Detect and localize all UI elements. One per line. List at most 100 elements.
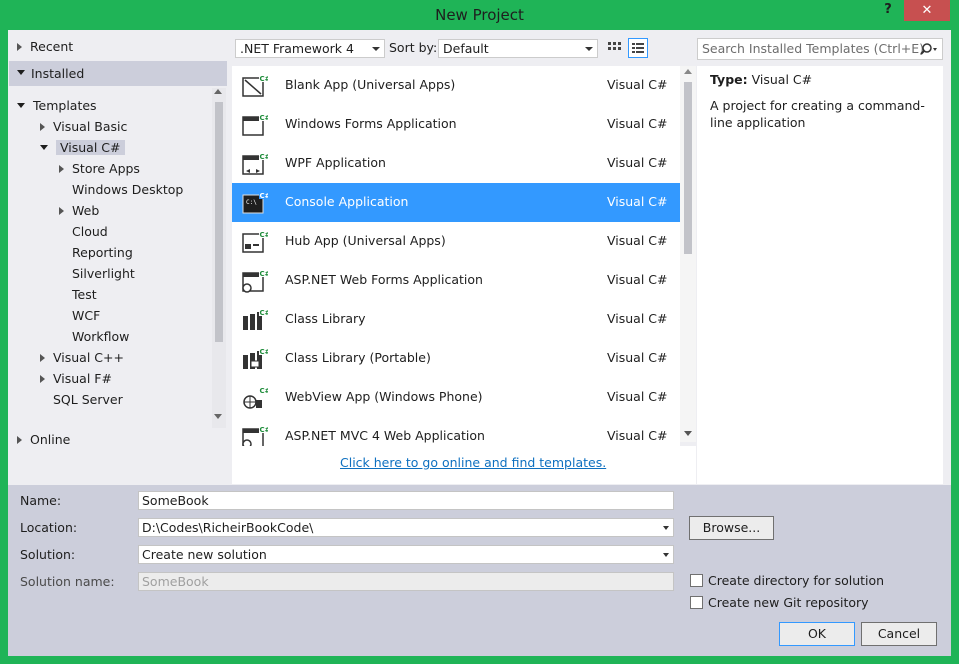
template-name: ASP.NET Web Forms Application: [285, 272, 483, 287]
tree-item-wcf[interactable]: WCF: [72, 305, 100, 326]
tree-label: Visual C#: [56, 140, 125, 155]
tree-item-online[interactable]: Online: [17, 429, 70, 450]
scroll-up-icon[interactable]: [684, 69, 692, 74]
tree-item-visual-basic[interactable]: Visual Basic: [40, 116, 127, 137]
search-icon[interactable]: [920, 42, 938, 56]
svg-text:C#: C#: [260, 426, 269, 434]
framework-value: .NET Framework 4: [240, 41, 354, 56]
scroll-down-icon[interactable]: [684, 431, 692, 436]
mvc-icon: C#: [242, 425, 268, 446]
template-list-scroll-thumb[interactable]: [684, 82, 692, 254]
small-icons-view-button[interactable]: [604, 38, 624, 58]
tree-item-store-apps[interactable]: Store Apps: [59, 158, 140, 179]
tree-item-reporting[interactable]: Reporting: [72, 242, 133, 263]
tree-item-cloud[interactable]: Cloud: [72, 221, 108, 242]
tree-item-web[interactable]: Web: [59, 200, 99, 221]
template-name: WebView App (Windows Phone): [285, 389, 483, 404]
template-language: Visual C#: [607, 311, 668, 326]
solution-name-field[interactable]: SomeBook: [138, 572, 674, 591]
go-online-link[interactable]: Click here to go online and find templat…: [340, 455, 606, 470]
list-view-button[interactable]: [628, 38, 648, 58]
template-row[interactable]: C# WebView App (Windows Phone) Visual C#: [232, 378, 680, 417]
template-name: Class Library (Portable): [285, 350, 431, 365]
tree-item-visual-cpp[interactable]: Visual C++: [40, 347, 124, 368]
template-row[interactable]: C# ASP.NET Web Forms Application Visual C#: [232, 261, 680, 300]
cancel-button[interactable]: Cancel: [861, 622, 937, 646]
tree-label: Recent: [30, 39, 74, 54]
svg-text:C:\: C:\: [246, 199, 257, 206]
webview-icon: C#: [243, 386, 268, 409]
search-templates-input[interactable]: Search Installed Templates (Ctrl+E): [697, 38, 943, 60]
expand-arrow-icon: [40, 374, 45, 383]
list-view-icon: [632, 43, 644, 53]
chevron-down-icon: [372, 47, 380, 51]
solution-value: Create new solution: [142, 547, 267, 562]
expand-arrow-icon: [59, 206, 64, 215]
help-button[interactable]: ?: [880, 2, 896, 22]
dialog-window: New Project ? ✕ Recent Installed Templat…: [0, 0, 959, 664]
name-field[interactable]: SomeBook: [138, 491, 674, 510]
installed-tree: Templates Visual Basic Visual C# Store A…: [9, 95, 227, 425]
ok-button[interactable]: OK: [779, 622, 855, 646]
template-language: Visual C#: [607, 155, 668, 170]
windows-forms-icon: C#: [242, 113, 268, 136]
template-row[interactable]: C# WPF Application Visual C#: [232, 144, 680, 183]
tree-label: Workflow: [72, 329, 130, 344]
create-git-checkbox[interactable]: [690, 596, 703, 609]
template-name: Blank App (Universal Apps): [285, 77, 456, 92]
template-row[interactable]: C# Windows Forms Application Visual C#: [232, 105, 680, 144]
tree-label: SQL Server: [53, 392, 123, 407]
title-bar[interactable]: New Project ? ✕: [0, 0, 959, 30]
name-label: Name:: [20, 493, 62, 508]
tree-item-workflow[interactable]: Workflow: [72, 326, 129, 347]
tree-item-templates[interactable]: Templates: [17, 95, 97, 116]
template-row[interactable]: C# Blank App (Universal Apps) Visual C#: [232, 66, 680, 105]
template-row[interactable]: C:\C# Console Application Visual C#: [232, 183, 680, 222]
tree-item-visual-fs[interactable]: Visual F#: [40, 368, 112, 389]
framework-dropdown[interactable]: .NET Framework 4: [235, 39, 385, 58]
tree-label: Test: [72, 287, 97, 302]
tree-item-sql-server[interactable]: SQL Server: [53, 389, 123, 410]
wpf-icon: C#: [242, 152, 268, 175]
tree-item-visual-cs[interactable]: Visual C#: [40, 137, 125, 158]
browse-button[interactable]: Browse...: [689, 516, 774, 540]
sort-label: Sort by:: [389, 40, 438, 55]
portable-library-icon: C#: [243, 347, 269, 369]
create-directory-label[interactable]: Create directory for solution: [708, 573, 884, 588]
tree-item-windows-desktop[interactable]: Windows Desktop: [72, 179, 183, 200]
template-row[interactable]: C# Class Library (Portable) Visual C#: [232, 339, 680, 378]
solution-dropdown[interactable]: Create new solution: [138, 545, 674, 564]
collapse-arrow-icon: [40, 145, 48, 150]
sort-value: Default: [443, 41, 489, 56]
tree-label: Web: [72, 203, 100, 218]
svg-text:C#: C#: [260, 309, 269, 317]
tree-item-silverlight[interactable]: Silverlight: [72, 263, 135, 284]
template-language: Visual C#: [607, 116, 668, 131]
tree-label: WCF: [72, 308, 101, 323]
tree-item-recent[interactable]: Recent: [17, 36, 73, 57]
template-info-pane: Type: Visual C# A project for creating a…: [697, 66, 943, 484]
template-row[interactable]: C# Hub App (Universal Apps) Visual C#: [232, 222, 680, 261]
template-name: WPF Application: [285, 155, 386, 170]
template-row[interactable]: C# ASP.NET MVC 4 Web Application Visual C#: [232, 417, 680, 446]
tree-label: Visual Basic: [53, 119, 128, 134]
template-row[interactable]: C# Class Library Visual C#: [232, 300, 680, 339]
create-directory-checkbox[interactable]: [690, 574, 703, 587]
tree-scroll-thumb[interactable]: [215, 102, 223, 342]
template-name: Class Library: [285, 311, 366, 326]
tree-item-installed[interactable]: Installed: [9, 61, 227, 86]
close-button[interactable]: ✕: [904, 0, 950, 21]
location-field[interactable]: D:\Codes\RicheirBookCode\: [138, 518, 674, 537]
template-name: Hub App (Universal Apps): [285, 233, 446, 248]
tree-label: Visual C++: [53, 350, 124, 365]
svg-text:C#: C#: [260, 231, 269, 239]
scroll-down-icon[interactable]: [214, 414, 222, 419]
template-name: Console Application: [285, 194, 409, 209]
svg-text:C#: C#: [260, 348, 269, 356]
scroll-up-icon[interactable]: [214, 89, 222, 94]
solution-label: Solution:: [20, 547, 76, 562]
tree-label: Reporting: [72, 245, 133, 260]
create-git-label[interactable]: Create new Git repository: [708, 595, 869, 610]
tree-item-test[interactable]: Test: [72, 284, 97, 305]
sort-dropdown[interactable]: Default: [438, 39, 598, 58]
